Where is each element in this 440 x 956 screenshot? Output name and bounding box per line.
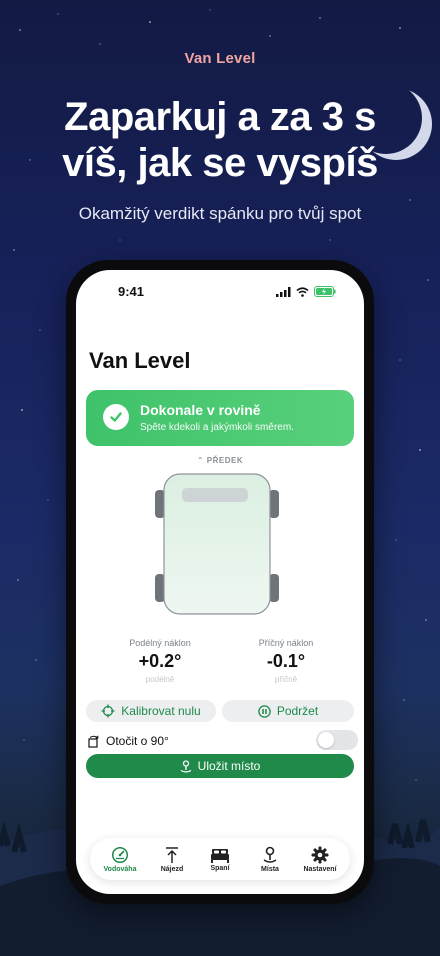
pitch-unit: podélně <box>145 675 175 684</box>
crosshair-icon <box>101 704 115 718</box>
calibrate-button[interactable]: Kalibrovat nulu <box>86 700 216 722</box>
tab-mista[interactable]: Místa <box>244 838 296 880</box>
roll-readout: Příčný náklon -0.1° příčně <box>226 638 346 684</box>
gauge-icon <box>111 846 129 863</box>
gear-icon <box>311 846 329 863</box>
headline-line-1: Zaparkuj a za 3 s <box>64 95 376 139</box>
ramp-arrow-icon <box>166 846 178 863</box>
chevron-up-icon: ⌃ <box>196 456 205 465</box>
tab-vodovaha[interactable]: Vodováha <box>94 838 146 880</box>
app-screen: 9:41 Van Level Dokonale v rovině Spěte k… <box>76 270 364 894</box>
tab-label: Vodováha <box>103 865 137 873</box>
headline-line-2: víš, jak se vyspíš <box>62 141 378 185</box>
front-indicator: ⌃ PŘEDEK <box>76 456 364 465</box>
status-bar: 9:41 <box>76 284 364 302</box>
verdict-subtitle: Spěte kdekoli a jakýmkoli směrem. <box>140 422 294 433</box>
tab-label: Nastavení <box>303 865 337 873</box>
hero-eyebrow: Van Level <box>184 50 256 67</box>
hold-label: Podržet <box>276 704 319 718</box>
hero-subheadline: Okamžitý verdikt spánku pro tvůj spot <box>78 204 362 223</box>
front-label: PŘEDEK <box>206 456 244 465</box>
battery-icon <box>314 286 336 297</box>
verdict-title: Dokonale v rovině <box>140 402 261 418</box>
status-time: 9:41 <box>118 284 145 299</box>
roll-label: Příčný náklon <box>258 638 314 648</box>
wifi-icon <box>296 286 309 297</box>
phone-frame: 9:41 Van Level Dokonale v rovině Spěte k… <box>66 260 374 904</box>
roll-unit: příčně <box>274 675 298 684</box>
check-icon <box>103 404 129 430</box>
tab-label: Nájezd <box>160 865 184 873</box>
save-label: Uložit místo <box>197 759 261 773</box>
van-windshield <box>182 488 248 502</box>
signal-icon <box>276 286 291 297</box>
status-icons <box>276 286 336 297</box>
pause-circle-icon <box>258 704 271 718</box>
pitch-value: +0.2° <box>138 651 182 671</box>
roll-value: -0.1° <box>266 651 306 671</box>
tab-najezd[interactable]: Nájezd <box>146 838 198 880</box>
tab-label: Místa <box>261 865 279 873</box>
calibrate-label: Kalibrovat nulu <box>121 704 201 718</box>
hold-button[interactable]: Podržet <box>222 700 354 722</box>
hero-headline: Zaparkuj a za 3 s víš, jak se vyspíš <box>0 94 440 186</box>
map-pin-icon <box>263 846 277 863</box>
pitch-label: Podélný náklon <box>129 638 191 648</box>
tab-nastaveni[interactable]: Nastavení <box>294 838 346 880</box>
tab-bar: Vodováha Nájezd Spaní Místa Nastavení <box>90 838 350 880</box>
tab-label: Spaní <box>210 864 230 872</box>
pin-icon <box>180 759 191 773</box>
tab-spani[interactable]: Spaní <box>194 838 246 880</box>
van-top-view <box>155 473 279 615</box>
pitch-readout: Podélný náklon +0.2° podélně <box>100 638 220 684</box>
verdict-banner: Dokonale v rovině Spěte kdekoli a jakýmk… <box>86 390 354 446</box>
bed-icon <box>211 848 229 863</box>
rotate-icon <box>88 735 99 748</box>
toggle-knob <box>318 732 334 748</box>
save-place-button[interactable]: Uložit místo <box>86 754 354 778</box>
rotate-toggle[interactable] <box>316 730 358 750</box>
rotate-label: Otočit o 90° <box>106 734 169 748</box>
rotate-row: Otočit o 90° <box>88 731 169 751</box>
app-title: Van Level <box>89 348 191 373</box>
